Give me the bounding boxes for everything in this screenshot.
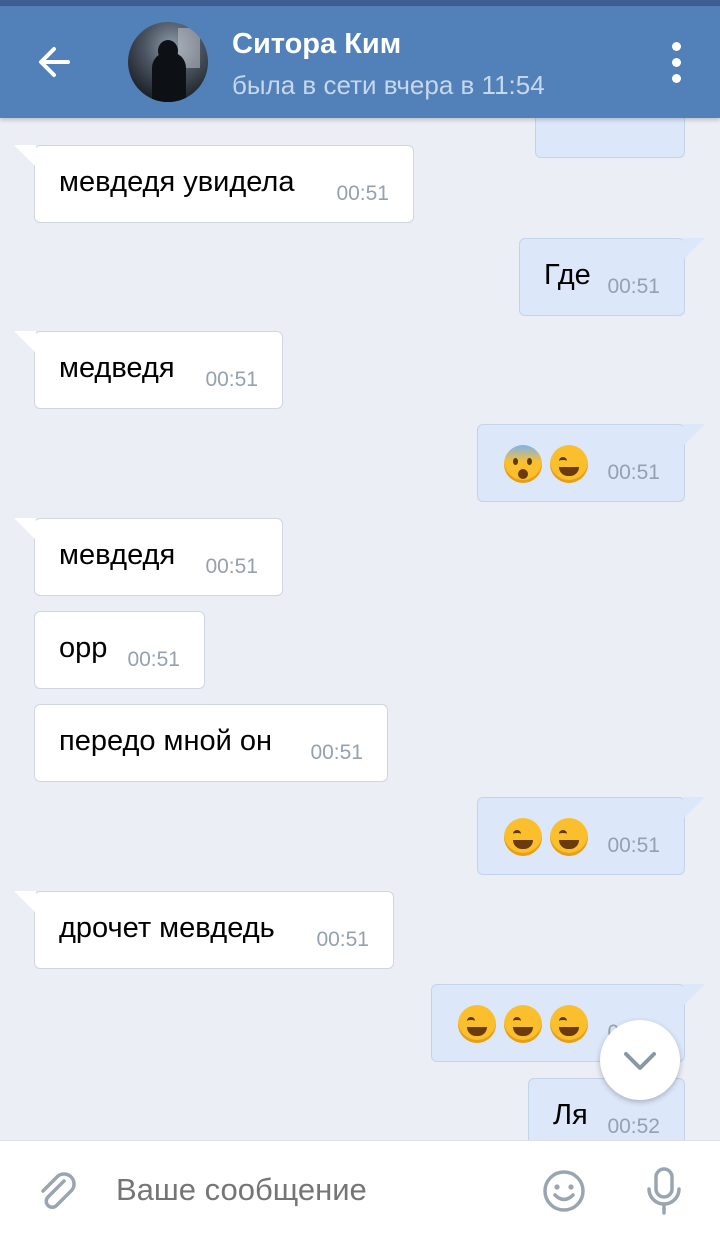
message-time: 00:51	[607, 461, 660, 484]
message-bubble-outgoing[interactable]: 00:51	[477, 797, 705, 875]
chevron-down-icon	[624, 1052, 656, 1070]
message-text: мевдедя увидела	[59, 166, 295, 198]
message-text: Ля	[553, 1099, 588, 1131]
message-bubble-outgoing[interactable]: Где 00:51	[519, 238, 705, 316]
face-with-tears-of-joy-icon	[550, 1005, 588, 1043]
message-time: 00:51	[316, 928, 369, 951]
contact-name[interactable]: Ситора Ким	[232, 28, 401, 61]
face-with-tears-of-joy-icon	[458, 1005, 496, 1043]
last-seen-status: была в сети вчера в 11:54	[232, 70, 545, 100]
chat-header: Ситора Ким была в сети вчера в 11:54	[0, 6, 720, 118]
scroll-to-bottom-button[interactable]	[600, 1020, 680, 1100]
message-bubble-outgoing[interactable]	[535, 118, 685, 158]
message-time: 00:51	[336, 182, 389, 205]
message-time: 00:51	[127, 648, 180, 671]
message-input[interactable]	[114, 1171, 518, 1209]
message-text: передо мной он	[59, 725, 273, 757]
message-time: 00:51	[607, 275, 660, 298]
face-with-tears-of-joy-icon	[550, 818, 588, 856]
face-with-tears-of-joy-icon	[504, 818, 542, 856]
face-with-tears-of-joy-icon	[504, 1005, 542, 1043]
message-list[interactable]: мевдедя увидела 00:51 Где 00:51 медведя …	[0, 118, 720, 1140]
back-arrow-icon[interactable]	[28, 32, 88, 92]
message-text: мевдедя	[59, 539, 176, 571]
smile-icon[interactable]	[540, 1167, 588, 1215]
message-time: 00:52	[607, 1115, 660, 1138]
message-text: медведя	[59, 352, 175, 384]
message-time: 00:51	[607, 834, 660, 857]
message-time: 00:51	[205, 555, 258, 578]
message-bubble-incoming[interactable]: орр 00:51	[34, 611, 205, 689]
message-bubble-incoming[interactable]: мевдедя увидела 00:51	[14, 145, 414, 223]
message-bubble-incoming[interactable]: передо мной он 00:51	[34, 704, 388, 782]
message-bubble-incoming[interactable]: дрочет мевдедь 00:51	[14, 891, 394, 969]
message-time: 00:51	[310, 741, 363, 764]
message-text: орр	[59, 632, 108, 664]
avatar[interactable]	[128, 22, 208, 102]
face-with-tears-of-joy-icon	[550, 445, 588, 483]
more-options-icon[interactable]	[660, 36, 694, 90]
message-time: 00:51	[205, 368, 258, 391]
message-bubble-incoming[interactable]: медведя 00:51	[14, 331, 283, 409]
message-text: Где	[544, 259, 591, 291]
message-text: дрочет мевдедь	[59, 912, 275, 944]
message-bubble-incoming[interactable]: мевдедя 00:51	[14, 518, 283, 596]
paperclip-icon[interactable]	[34, 1167, 82, 1215]
message-composer	[0, 1140, 720, 1239]
microphone-icon[interactable]	[640, 1165, 688, 1217]
message-bubble-outgoing[interactable]: 00:51	[477, 424, 705, 502]
face-with-open-mouth-cold-sweat-icon	[504, 445, 542, 483]
